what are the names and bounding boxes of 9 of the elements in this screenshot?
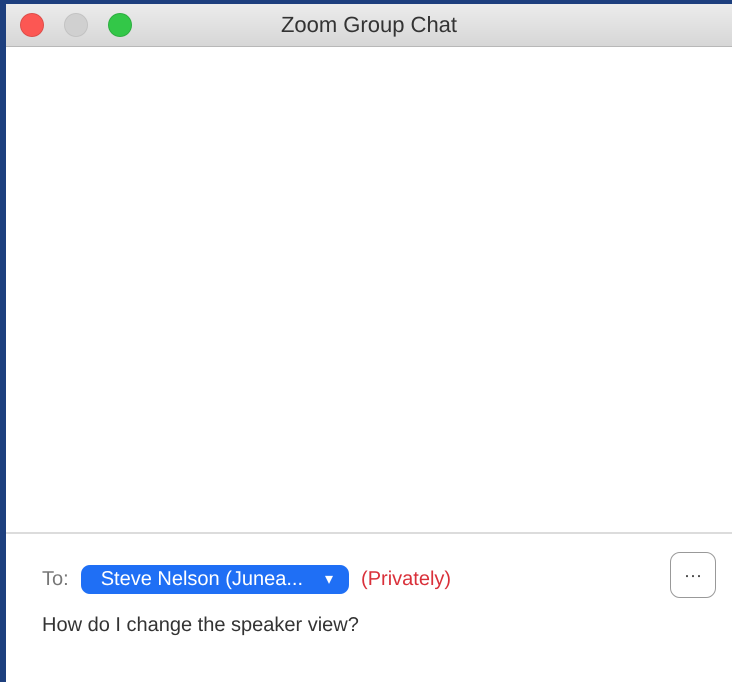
privacy-label: (Privately) <box>361 568 452 590</box>
caret-icon: ▾ <box>325 569 334 589</box>
recipient-dropdown[interactable]: Steve Nelson (Junea... ▾ <box>80 564 350 594</box>
to-label: To: <box>42 568 69 590</box>
message-field[interactable]: How do I change the speaker view? <box>42 614 642 637</box>
window-title: Zoom Group Chat <box>280 12 458 37</box>
close-button[interactable] <box>20 13 44 37</box>
more-button[interactable]: ··· <box>670 552 716 598</box>
zoom-button[interactable] <box>108 13 132 37</box>
